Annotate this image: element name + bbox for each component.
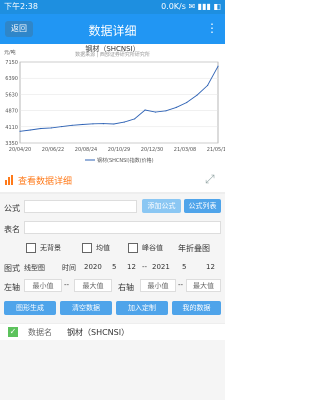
end-year[interactable]: 2021 bbox=[152, 263, 170, 271]
start-day[interactable]: 12 bbox=[127, 263, 136, 271]
x-tick-label: 20/06/22 bbox=[42, 147, 64, 153]
chart-style-select[interactable]: 线型图 bbox=[24, 263, 45, 273]
data-point bbox=[92, 123, 94, 125]
formula-list-button[interactable]: 公式列表 bbox=[184, 199, 221, 213]
more-icon[interactable]: ⋮ bbox=[206, 21, 218, 35]
data-point bbox=[19, 130, 21, 132]
chart-frame bbox=[19, 61, 219, 144]
status-time: 下午2:38 bbox=[4, 2, 38, 11]
start-year[interactable]: 2020 bbox=[84, 263, 102, 271]
data-point bbox=[186, 101, 188, 104]
mean-checkbox[interactable] bbox=[82, 243, 92, 253]
formula-label: 公式 bbox=[4, 204, 20, 213]
x-tick-label: 21/05/11 bbox=[207, 147, 225, 153]
legend-label: 钢材(SHCNSI)指数(价格) bbox=[97, 157, 154, 164]
right-axis-min[interactable]: 最小值 bbox=[140, 279, 176, 292]
sheet-label: 表名 bbox=[4, 225, 20, 234]
status-icons: 0.0K/s ✉ ▮▮▮ ◧ bbox=[161, 2, 221, 11]
left-axis-dash: -- bbox=[64, 281, 70, 289]
series-line bbox=[19, 66, 219, 132]
app-header: 返回 数据详细 ⋮ bbox=[0, 14, 225, 44]
start-month[interactable]: 5 bbox=[112, 263, 116, 271]
no-bg-label: 无背景 bbox=[40, 244, 61, 252]
chart-settings-form: 公式 添加公式 公式列表 表名 无背景 均值 峰谷值 年折叠图 图式 线型图 时… bbox=[0, 194, 225, 400]
sheet-input[interactable] bbox=[24, 221, 221, 234]
peak-label: 峰谷值 bbox=[142, 244, 163, 252]
data-point bbox=[102, 123, 104, 125]
data-point bbox=[196, 94, 198, 96]
status-bar: 下午2:38 0.0K/s ✉ ▮▮▮ ◧ bbox=[0, 0, 225, 14]
x-tick-label: 20/04/20 bbox=[9, 147, 31, 153]
check-icon[interactable]: ✓ bbox=[8, 327, 18, 337]
line-chart: 71506390563048704110335020/04/20 20/06/22… bbox=[5, 60, 225, 164]
add-formula-button[interactable]: 添加公式 bbox=[142, 199, 181, 213]
y-tick-label: 4110 bbox=[5, 125, 18, 131]
data-point bbox=[81, 123, 84, 126]
data-point bbox=[206, 84, 209, 87]
page-title: 数据详细 bbox=[88, 24, 137, 38]
add-custom-button[interactable]: 加入定制 bbox=[116, 301, 168, 315]
clear-data-button[interactable]: 清空数据 bbox=[60, 301, 112, 315]
data-name-label: 数据名 bbox=[28, 328, 52, 337]
end-month[interactable]: 5 bbox=[182, 263, 186, 271]
y-tick-label: 5630 bbox=[5, 92, 18, 98]
data-point bbox=[29, 129, 32, 131]
x-tick-label: 20/12/30 bbox=[141, 147, 163, 153]
data-point bbox=[154, 111, 157, 113]
chart-style-label: 图式 bbox=[4, 264, 20, 273]
bar-chart-icon bbox=[5, 175, 15, 185]
end-day[interactable]: 12 bbox=[206, 263, 215, 271]
data-point bbox=[144, 109, 146, 111]
data-point bbox=[123, 121, 125, 123]
y-tick-label: 4870 bbox=[5, 109, 18, 115]
data-point bbox=[40, 127, 42, 130]
list-item[interactable]: ✓ 数据名 钢材（SHCNSI） bbox=[0, 323, 225, 340]
y-tick-label: 6390 bbox=[5, 76, 18, 82]
chart-area: 钢材（SHCNSI） 数据来源 | 西部证券研究所研究所 元/吨 7150 639… bbox=[0, 44, 225, 168]
date-dash: -- bbox=[142, 263, 148, 271]
data-point bbox=[217, 65, 219, 67]
data-point bbox=[134, 118, 136, 120]
left-axis-label: 左轴 bbox=[4, 283, 20, 292]
x-tick-label: 20/10/29 bbox=[108, 147, 130, 153]
data-point bbox=[50, 127, 52, 129]
data-point bbox=[175, 106, 177, 109]
right-axis-label: 右轴 bbox=[118, 283, 134, 292]
peak-checkbox[interactable] bbox=[128, 243, 138, 253]
formula-input[interactable] bbox=[24, 200, 137, 213]
left-axis-min[interactable]: 最小值 bbox=[24, 279, 62, 292]
tool-row: 查看数据详细 ⤢ bbox=[0, 168, 225, 192]
mean-label: 均值 bbox=[96, 244, 110, 252]
data-point bbox=[61, 125, 63, 128]
time-label: 时间 bbox=[62, 264, 76, 272]
left-axis-max[interactable]: 最大值 bbox=[74, 279, 112, 292]
data-point bbox=[113, 123, 115, 125]
expand-icon[interactable]: ⤢ bbox=[205, 173, 219, 187]
y-tick-label: 7150 bbox=[5, 60, 18, 66]
no-bg-checkbox[interactable] bbox=[26, 243, 36, 253]
view-data-detail-link[interactable]: 查看数据详细 bbox=[18, 174, 72, 187]
year-fold-label[interactable]: 年折叠图 bbox=[178, 243, 210, 254]
generate-chart-button[interactable]: 图形生成 bbox=[4, 301, 56, 315]
my-data-button[interactable]: 我的数据 bbox=[172, 301, 221, 315]
data-name-value: 钢材（SHCNSI） bbox=[67, 328, 130, 337]
data-point bbox=[165, 110, 167, 112]
x-tick-label: 21/03/08 bbox=[174, 147, 196, 153]
right-axis-dash: -- bbox=[178, 281, 184, 289]
right-axis-max[interactable]: 最大值 bbox=[186, 279, 221, 292]
data-point bbox=[71, 124, 73, 126]
x-tick-label: 20/08/24 bbox=[75, 147, 97, 153]
